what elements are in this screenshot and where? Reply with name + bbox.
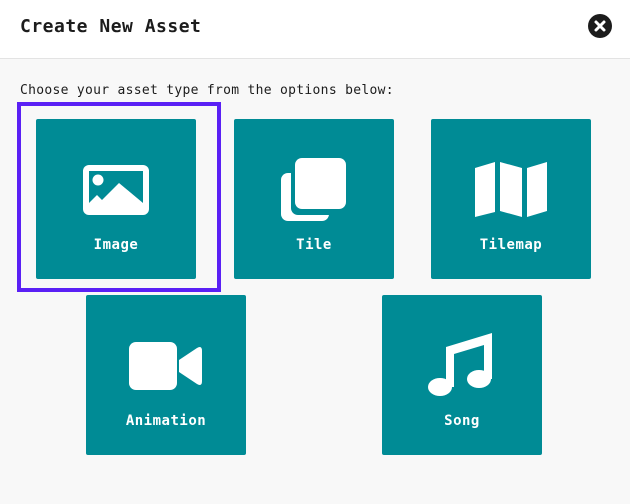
asset-option-image[interactable]: Image [36, 119, 196, 279]
asset-option-label: Tilemap [479, 237, 543, 253]
tilemap-icon [431, 119, 591, 239]
instruction-text: Choose your asset type from the options … [20, 83, 394, 98]
asset-option-tilemap[interactable]: Tilemap [431, 119, 591, 279]
asset-option-animation[interactable]: Animation [86, 295, 246, 455]
image-icon [36, 119, 196, 239]
close-icon[interactable] [588, 14, 612, 38]
music-note-icon [382, 295, 542, 415]
dialog-title: Create New Asset [20, 16, 202, 37]
video-camera-icon [86, 295, 246, 415]
asset-option-label: Animation [125, 413, 207, 429]
dialog-header: Create New Asset [0, 0, 630, 59]
asset-option-song[interactable]: Song [382, 295, 542, 455]
asset-option-tile[interactable]: Tile [234, 119, 394, 279]
tile-icon [234, 119, 394, 239]
asset-option-label: Tile [296, 237, 332, 253]
asset-option-label: Song [444, 413, 480, 429]
asset-option-label: Image [93, 237, 139, 253]
